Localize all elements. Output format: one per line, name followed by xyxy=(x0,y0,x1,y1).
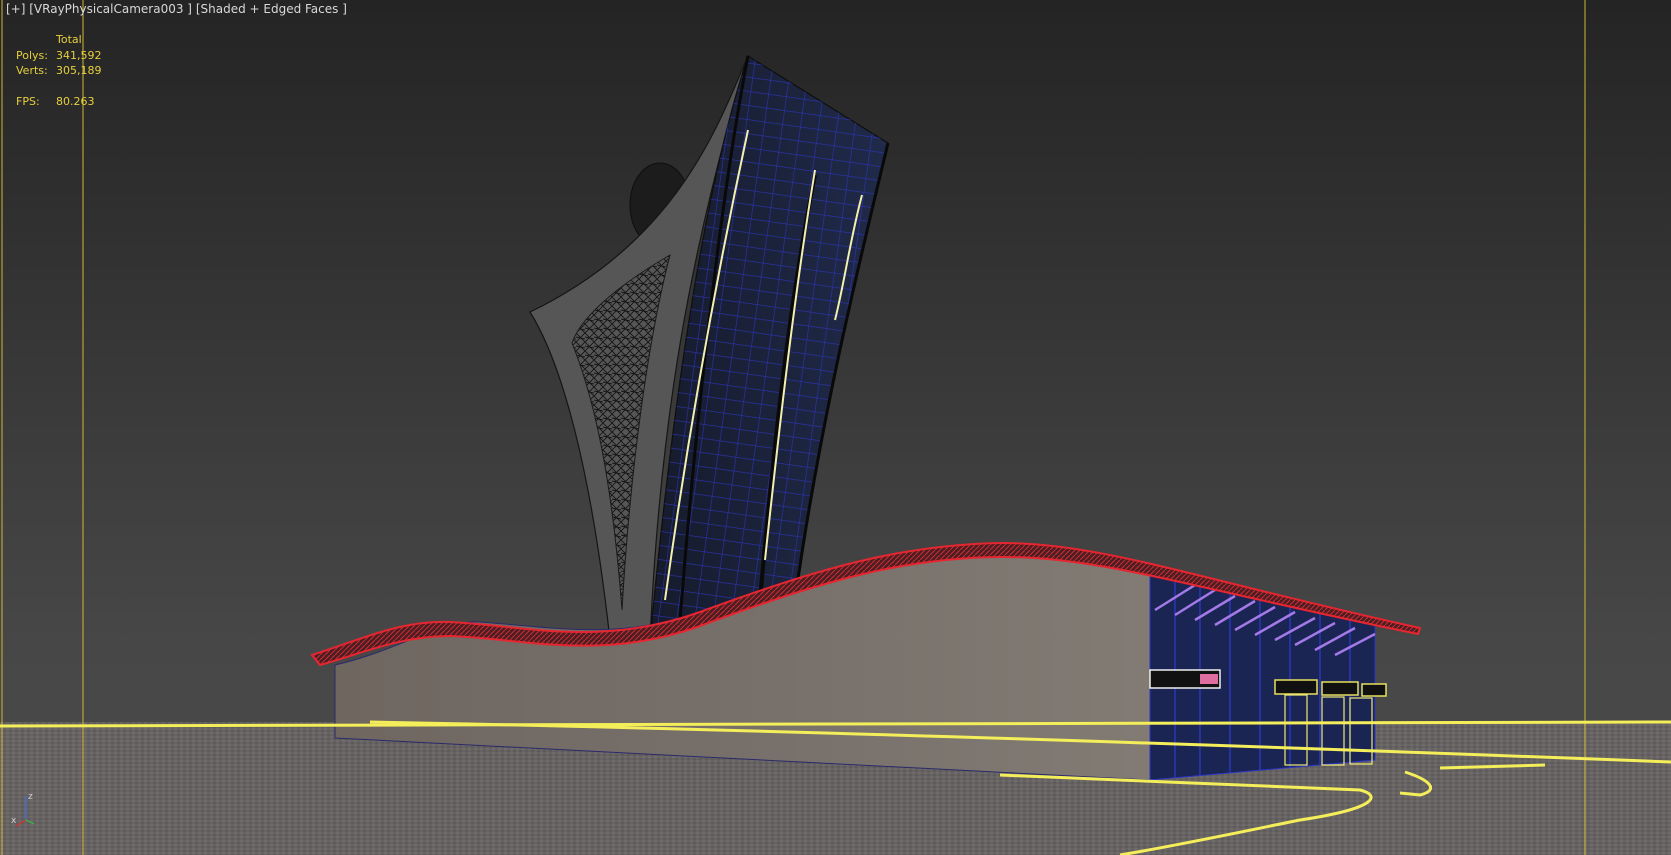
stats-fps-label: FPS: xyxy=(16,94,40,108)
shop-sign-4 xyxy=(1361,683,1387,697)
axis-z-label: z xyxy=(28,792,33,802)
stats-header: Total xyxy=(56,33,82,46)
axis-tripod-icon: z x xyxy=(11,792,35,827)
shop-sign-main-mark xyxy=(1200,674,1218,684)
stats-verts-row: Verts: 305,189 xyxy=(16,63,102,79)
viewport[interactable]: [+] [VRayPhysicalCamera003 ] [Shaded + E… xyxy=(0,0,1671,855)
camera-selector[interactable]: [VRayPhysicalCamera003 ] xyxy=(29,2,192,16)
stats-verts-label: Verts: xyxy=(16,64,48,77)
viewport-scene[interactable] xyxy=(0,0,1671,855)
axis-x-label: x xyxy=(11,816,17,826)
stats-fps-value: 80.263 xyxy=(56,94,95,108)
stats-polys-row: Polys: 341,592 xyxy=(16,48,102,64)
shop-sign-3 xyxy=(1321,681,1359,696)
stats-fps-row: FPS: 80.263 xyxy=(16,94,102,110)
viewport-label: [+] [VRayPhysicalCamera003 ] [Shaded + E… xyxy=(6,2,347,16)
statistics-overlay: Total Polys: 341,592 Verts: 305,189 FPS:… xyxy=(16,32,102,109)
viewport-menu-button[interactable]: [+] xyxy=(6,2,25,16)
stats-polys-label: Polys: xyxy=(16,48,48,62)
shading-mode-selector[interactable]: [Shaded + Edged Faces ] xyxy=(196,2,347,16)
stats-verts-value: 305,189 xyxy=(56,64,102,77)
stats-polys-value: 341,592 xyxy=(56,48,102,62)
shop-sign-2 xyxy=(1274,679,1318,695)
